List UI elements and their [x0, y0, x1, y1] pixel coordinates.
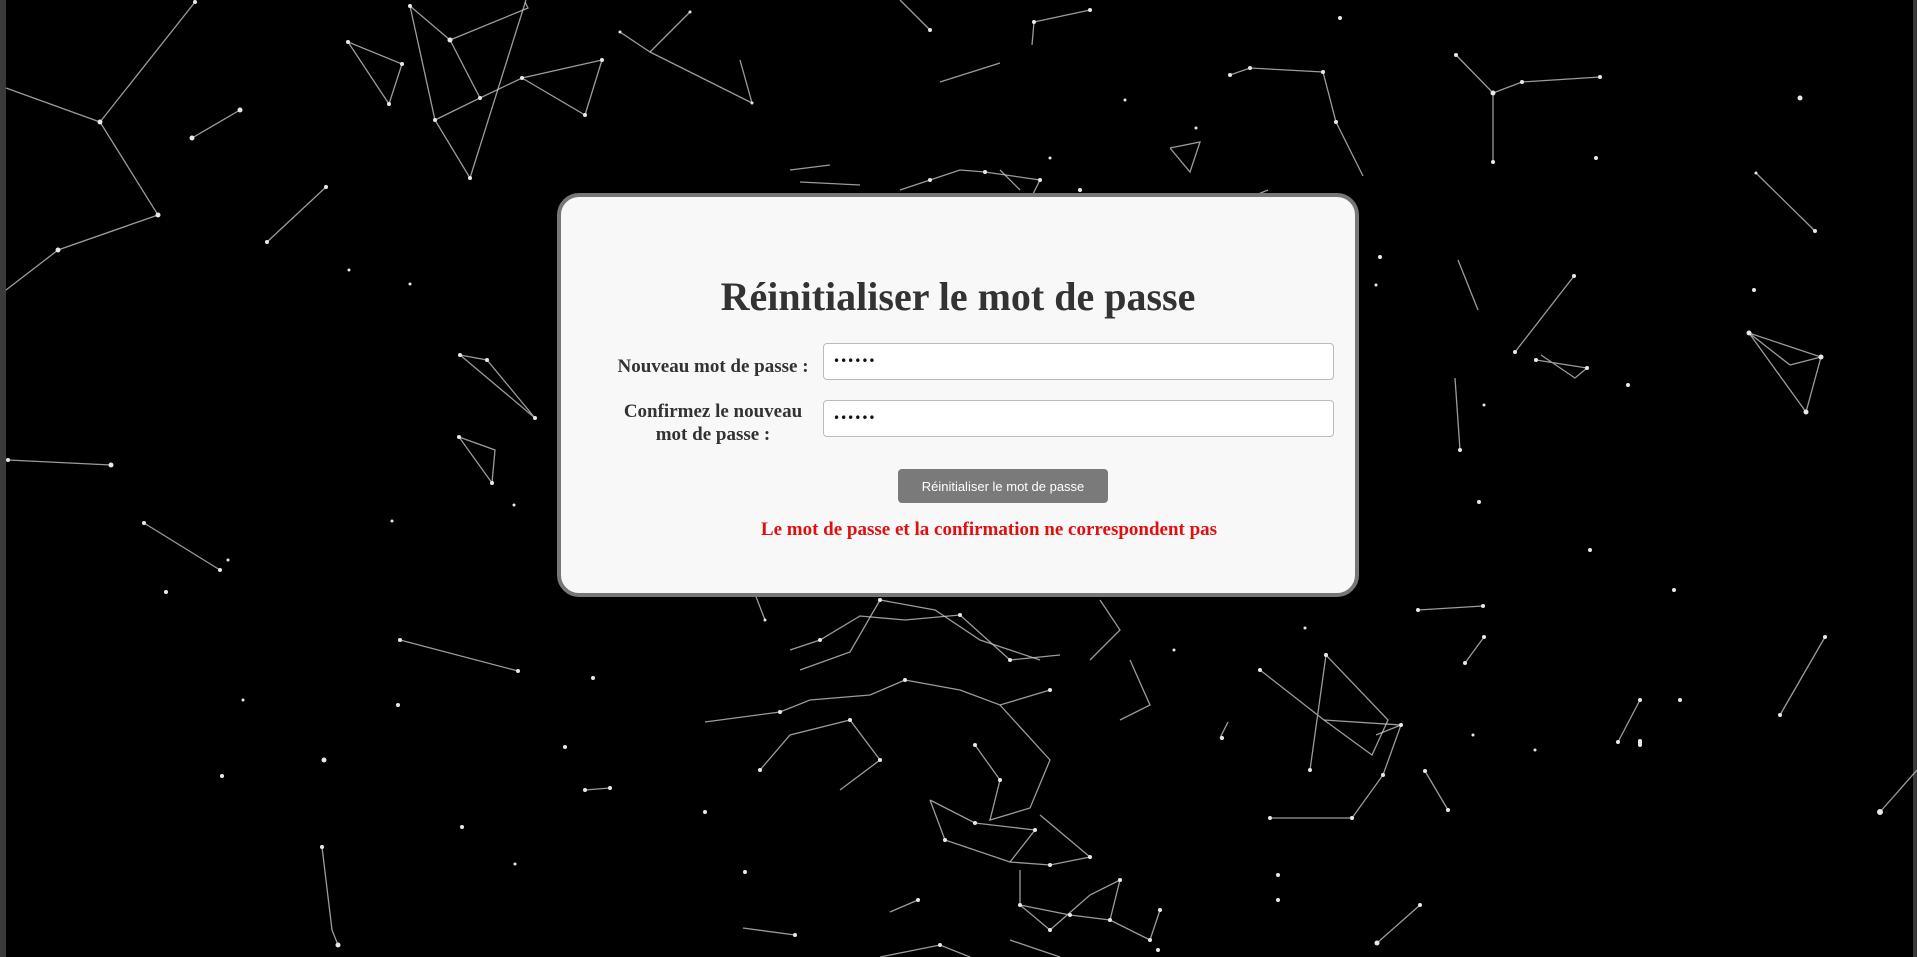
- confirm-password-field[interactable]: ••••••: [823, 400, 1334, 437]
- new-password-label: Nouveau mot de passe :: [617, 356, 809, 377]
- confirm-password-label: Confirmez le nouveau mot de passe :: [623, 401, 803, 445]
- reset-password-card: Réinitialiser le mot de passe Nouveau mo…: [557, 193, 1359, 597]
- reset-password-button[interactable]: Réinitialiser le mot de passe: [898, 469, 1108, 503]
- error-message: Le mot de passe et la confirmation ne co…: [760, 519, 1218, 540]
- page-title: Réinitialiser le mot de passe: [720, 274, 1196, 319]
- new-password-field[interactable]: ••••••: [823, 343, 1334, 380]
